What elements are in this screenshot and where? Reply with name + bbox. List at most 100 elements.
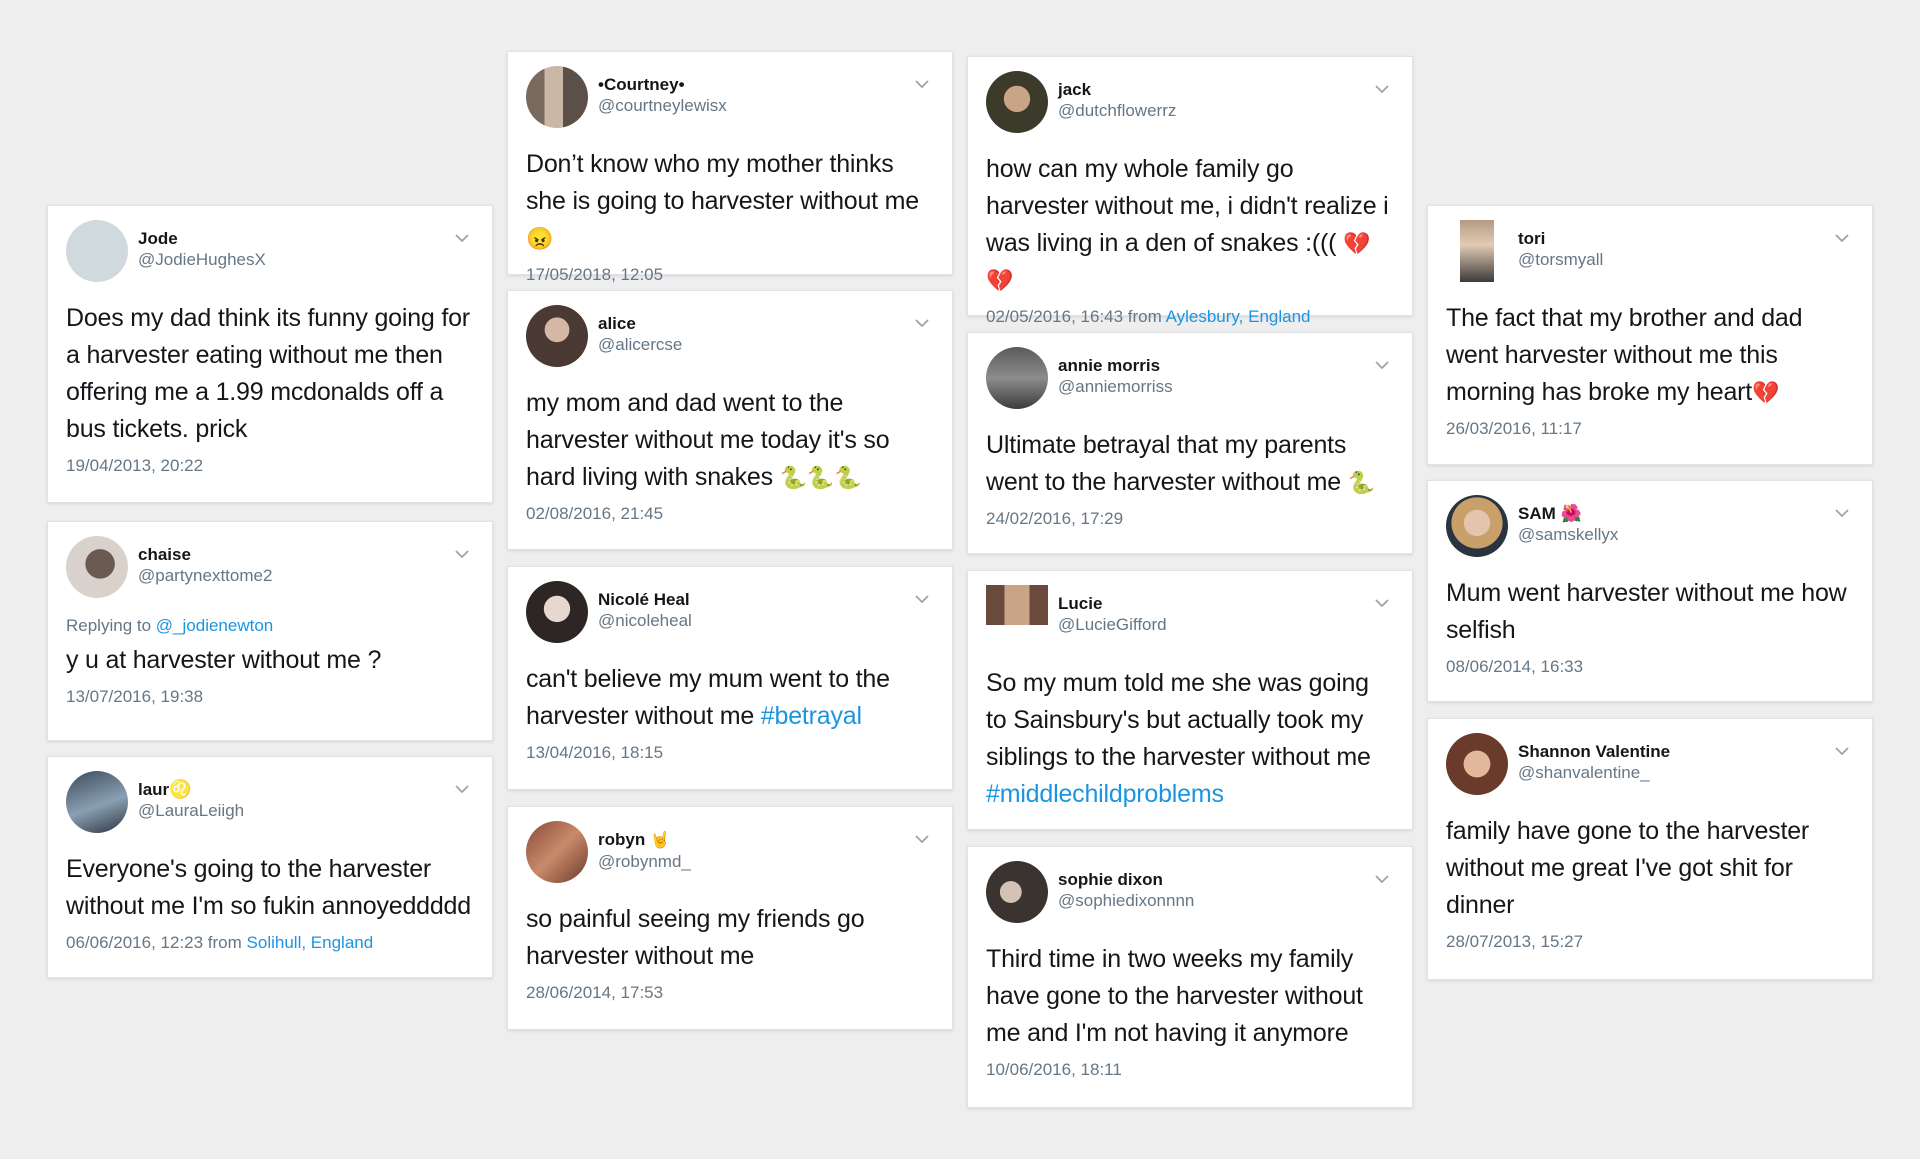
chevron-down-icon[interactable] xyxy=(1832,741,1852,761)
avatar[interactable] xyxy=(526,821,588,883)
tweet-timestamp[interactable]: 19/04/2013, 20:22 xyxy=(66,454,474,478)
user-name[interactable]: robyn 🤘 xyxy=(598,829,691,851)
user-handle[interactable]: @LucieGifford xyxy=(1058,614,1167,635)
tweet-timestamp[interactable]: 13/04/2016, 18:15 xyxy=(526,741,934,765)
user-handle[interactable]: @JodieHughesX xyxy=(138,249,266,270)
user-name[interactable]: Lucie xyxy=(1058,593,1167,614)
user-name[interactable]: sophie dixon xyxy=(1058,869,1194,890)
user-handle[interactable]: @nicoleheal xyxy=(598,610,692,631)
user-name[interactable]: tori xyxy=(1518,228,1603,249)
tweet-emoji: 🐍🐍🐍 xyxy=(779,465,862,490)
user-name[interactable]: Shannon Valentine xyxy=(1518,741,1670,762)
chevron-down-icon[interactable] xyxy=(452,544,472,564)
user-name[interactable]: jack xyxy=(1058,79,1176,100)
user-name[interactable]: Jode xyxy=(138,228,266,249)
tweet-timestamp[interactable]: 24/02/2016, 17:29 xyxy=(986,507,1394,531)
chevron-down-icon[interactable] xyxy=(912,74,932,94)
tweet-card-jack[interactable]: jack @dutchflowerrz how can my whole fam… xyxy=(967,56,1413,326)
name-emoji: 🤘 xyxy=(649,832,670,849)
tweet-card-sophie[interactable]: sophie dixon @sophiedixonnnn Third time … xyxy=(967,846,1413,1108)
tweet-meta: 02/05/2016, 16:43 from Aylesbury, Englan… xyxy=(986,305,1394,329)
tweet-card-alice[interactable]: alice @alicercse my mom and dad went to … xyxy=(507,290,953,550)
tweet-timestamp[interactable]: 02/08/2016, 21:45 xyxy=(526,502,934,526)
chevron-down-icon[interactable] xyxy=(912,829,932,849)
user-handle[interactable]: @courtneylewisx xyxy=(598,95,727,116)
location-link[interactable]: Aylesbury, England xyxy=(1166,307,1311,326)
tweet-text-block: Don’t know who my mother thinks she is g… xyxy=(526,146,934,257)
avatar[interactable] xyxy=(526,305,588,367)
tweet-timestamp[interactable]: 28/07/2013, 15:27 xyxy=(1446,930,1854,954)
tweet-text: So my mum told me she was going to Sains… xyxy=(986,669,1371,771)
user-handle[interactable]: @partynexttome2 xyxy=(138,565,272,586)
tweet-card-sam[interactable]: SAM 🌺 @samskellyx Mum went harvester wit… xyxy=(1427,480,1873,702)
user-handle[interactable]: @alicercse xyxy=(598,334,682,355)
chevron-down-icon[interactable] xyxy=(912,313,932,333)
tweet-timestamp[interactable]: 28/06/2014, 17:53 xyxy=(526,981,934,1005)
avatar[interactable] xyxy=(986,585,1048,625)
avatar[interactable] xyxy=(1460,220,1494,282)
tweet-timestamp[interactable]: 02/05/2016, 16:43 from xyxy=(986,307,1162,326)
avatar[interactable] xyxy=(986,71,1048,133)
tweet-timestamp[interactable]: 06/06/2016, 12:23 from xyxy=(66,933,242,952)
avatar[interactable] xyxy=(986,861,1048,923)
user-name[interactable]: chaise xyxy=(138,544,272,565)
tweet-card-lucie[interactable]: Lucie @LucieGifford So my mum told me sh… xyxy=(967,570,1413,830)
user-handle[interactable]: @robynmd_ xyxy=(598,851,691,872)
user-handle[interactable]: @samskellyx xyxy=(1518,524,1618,545)
tweet-card-robyn[interactable]: robyn 🤘 @robynmd_ so painful seeing my f… xyxy=(507,806,953,1030)
user-name[interactable]: annie morris xyxy=(1058,355,1173,376)
avatar[interactable] xyxy=(526,581,588,643)
avatar[interactable] xyxy=(1446,733,1508,795)
user-handle[interactable]: @shanvalentine_ xyxy=(1518,762,1670,783)
avatar[interactable] xyxy=(66,536,128,598)
tweet-timestamp[interactable]: 13/07/2016, 19:38 xyxy=(66,685,474,709)
user-name[interactable]: laur♌ xyxy=(138,779,244,800)
chevron-down-icon[interactable] xyxy=(1372,593,1392,613)
tweet-card-courtney[interactable]: •Courtney• @courtneylewisx Don’t know wh… xyxy=(507,51,953,284)
tweet-text-block: Ultimate betrayal that my parents went t… xyxy=(986,427,1394,501)
tweet-timestamp[interactable]: 17/05/2018, 12:05 xyxy=(526,263,934,287)
avatar[interactable] xyxy=(66,220,128,282)
avatar[interactable] xyxy=(66,771,128,833)
name-emoji: 🌺 xyxy=(1560,504,1582,523)
user-handle[interactable]: @LauraLeiigh xyxy=(138,800,244,821)
user-name[interactable]: Nicolé Heal xyxy=(598,589,692,610)
tweet-timestamp[interactable]: 08/06/2014, 16:33 xyxy=(1446,655,1854,679)
user-name[interactable]: SAM 🌺 xyxy=(1518,503,1618,524)
tweet-card-laur[interactable]: laur♌ @LauraLeiigh Everyone's going to t… xyxy=(47,756,493,978)
avatar[interactable] xyxy=(986,347,1048,409)
avatar[interactable] xyxy=(1446,495,1508,557)
tweet-card-jode[interactable]: Jode @JodieHughesX Does my dad think its… xyxy=(47,205,493,503)
avatar[interactable] xyxy=(526,66,588,128)
chevron-down-icon[interactable] xyxy=(1372,355,1392,375)
chevron-down-icon[interactable] xyxy=(452,228,472,248)
tweet-text: Does my dad think its funny going for a … xyxy=(66,304,470,443)
tweet-text-block: The fact that my brother and dad went ha… xyxy=(1446,300,1854,411)
tweet-card-annie[interactable]: annie morris @anniemorriss Ultimate betr… xyxy=(967,332,1413,554)
hashtag-link[interactable]: #middlechildproblems xyxy=(986,780,1224,808)
user-handle[interactable]: @sophiedixonnnn xyxy=(1058,890,1194,911)
chevron-down-icon[interactable] xyxy=(1832,503,1852,523)
user-name[interactable]: alice xyxy=(598,313,682,334)
chevron-down-icon[interactable] xyxy=(1832,228,1852,248)
user-name-text: laur xyxy=(138,780,170,799)
tweet-card-nicole[interactable]: Nicolé Heal @nicoleheal can't believe my… xyxy=(507,566,953,790)
reply-handle-link[interactable]: @_jodienewton xyxy=(156,616,273,635)
tweet-card-tori[interactable]: tori @torsmyall The fact that my brother… xyxy=(1427,205,1873,465)
user-handle[interactable]: @torsmyall xyxy=(1518,249,1603,270)
tweet-card-chaise[interactable]: chaise @partynexttome2 Replying to @_jod… xyxy=(47,521,493,741)
tweet-text: family have gone to the harvester withou… xyxy=(1446,817,1810,919)
user-handle[interactable]: @dutchflowerrz xyxy=(1058,100,1176,121)
tweet-emoji: 😠 xyxy=(526,226,554,251)
chevron-down-icon[interactable] xyxy=(912,589,932,609)
user-handle[interactable]: @anniemorriss xyxy=(1058,376,1173,397)
tweet-timestamp[interactable]: 26/03/2016, 11:17 xyxy=(1446,417,1854,441)
chevron-down-icon[interactable] xyxy=(452,779,472,799)
chevron-down-icon[interactable] xyxy=(1372,869,1392,889)
user-name[interactable]: •Courtney• xyxy=(598,74,727,95)
chevron-down-icon[interactable] xyxy=(1372,79,1392,99)
hashtag-link[interactable]: #betrayal xyxy=(761,702,862,730)
tweet-timestamp[interactable]: 10/06/2016, 18:11 xyxy=(986,1058,1394,1082)
tweet-card-shannon[interactable]: Shannon Valentine @shanvalentine_ family… xyxy=(1427,718,1873,980)
location-link[interactable]: Solihull, England xyxy=(247,933,374,952)
